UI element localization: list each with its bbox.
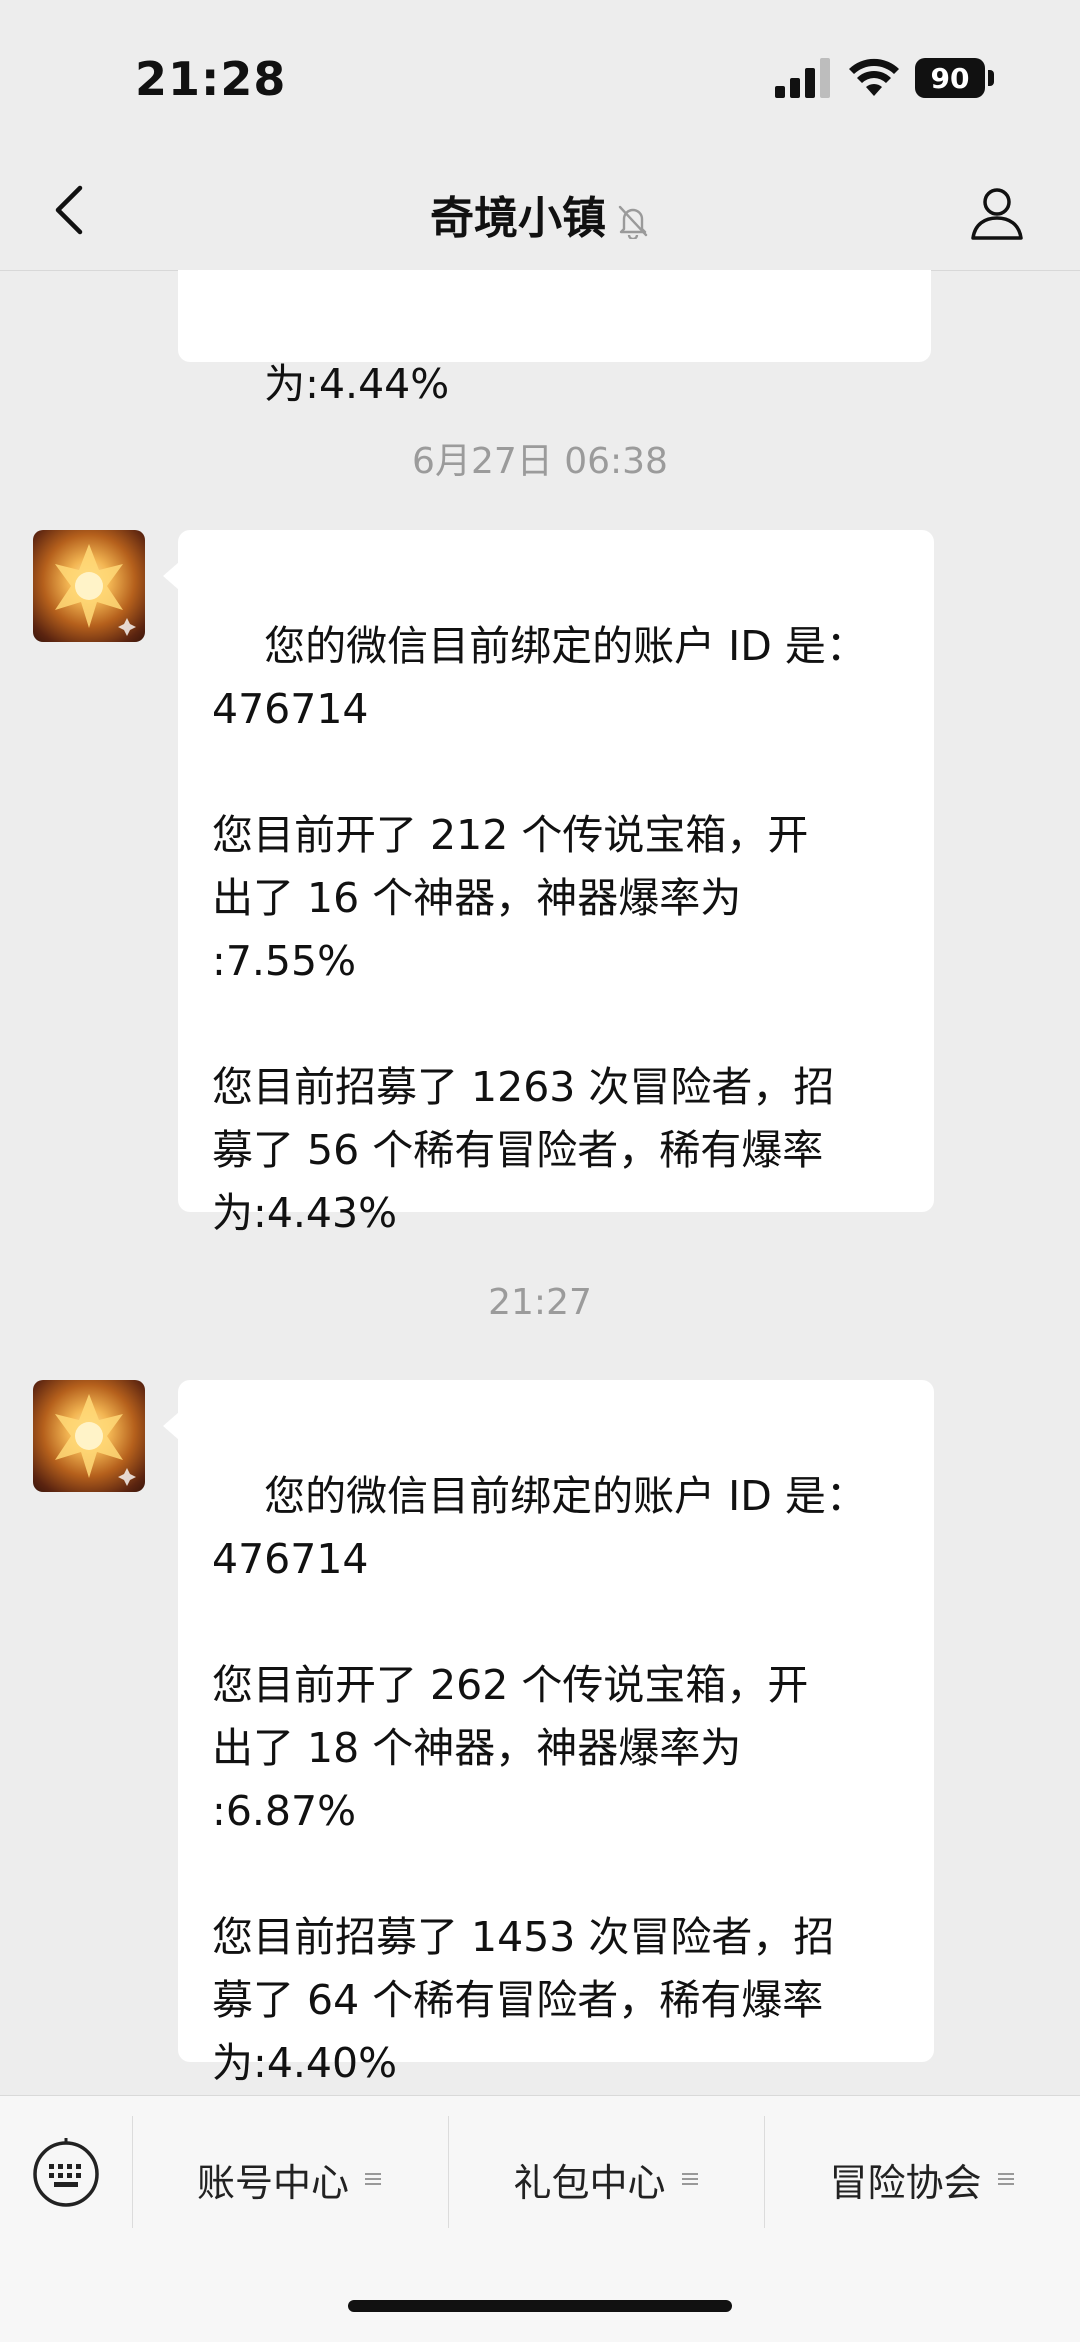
chat-messages[interactable]: 为:4.44% 6月27日 06:38 您的微信目前绑定的账户 ID 是： 47… [0,270,1080,2095]
wifi-icon [849,58,899,96]
avatar[interactable] [33,530,145,642]
bubble-tail [163,1412,179,1440]
message-bubble[interactable]: 您的微信目前绑定的账户 ID 是： 476714 您目前开了 212 个传说宝箱… [178,530,934,1237]
person-icon[interactable] [965,180,1029,244]
home-indicator[interactable] [348,2300,732,2312]
golden-emblem-icon [55,1394,136,1486]
message-bubble[interactable]: 您的微信目前绑定的账户 ID 是： 476714 您目前开了 262 个传说宝箱… [178,1380,934,2087]
menu-lines-icon [997,2173,1014,2185]
menu-lines-icon [365,2173,381,2185]
menu-label: 账号中心 [196,2160,349,2205]
timestamp: 21:27 [488,1282,592,1323]
menu-label: 礼包中心 [513,2160,666,2205]
chat-header: 奇境小镇 [0,150,1080,271]
menu-gift-center[interactable]: 礼包中心 [449,2144,764,2214]
chat-title: 奇境小镇 [0,182,1080,246]
menu-adventure-guild[interactable]: 冒险协会 [765,2144,1080,2214]
avatar[interactable] [33,1380,145,1492]
keyboard-icon[interactable] [30,2138,102,2210]
message-text: 您的微信目前绑定的账户 ID 是： 476714 您目前开了 212 个传说宝箱… [212,622,867,1237]
golden-emblem-icon [55,544,136,636]
menu-account-center[interactable]: 账号中心 [133,2144,447,2214]
bell-off-icon [618,205,648,239]
cellular-signal-icon [775,58,830,98]
menu-label: 冒险协会 [829,2160,982,2205]
message-text: 您的微信目前绑定的账户 ID 是： 476714 您目前开了 262 个传说宝箱… [212,1472,867,2087]
message-text: 为:4.44% [264,360,450,408]
battery-indicator: 90 [915,58,985,98]
timestamp: 6月27日 06:38 [412,441,668,482]
battery-nub [988,70,994,86]
chat-title-text: 奇境小镇 [430,193,606,244]
bubble-tail [163,562,179,590]
message-bubble-partial[interactable]: 为:4.44% [178,270,931,408]
status-bar: 21:28 90 [0,0,1080,150]
status-time: 21:28 [135,52,287,106]
menu-lines-icon [681,2173,698,2185]
